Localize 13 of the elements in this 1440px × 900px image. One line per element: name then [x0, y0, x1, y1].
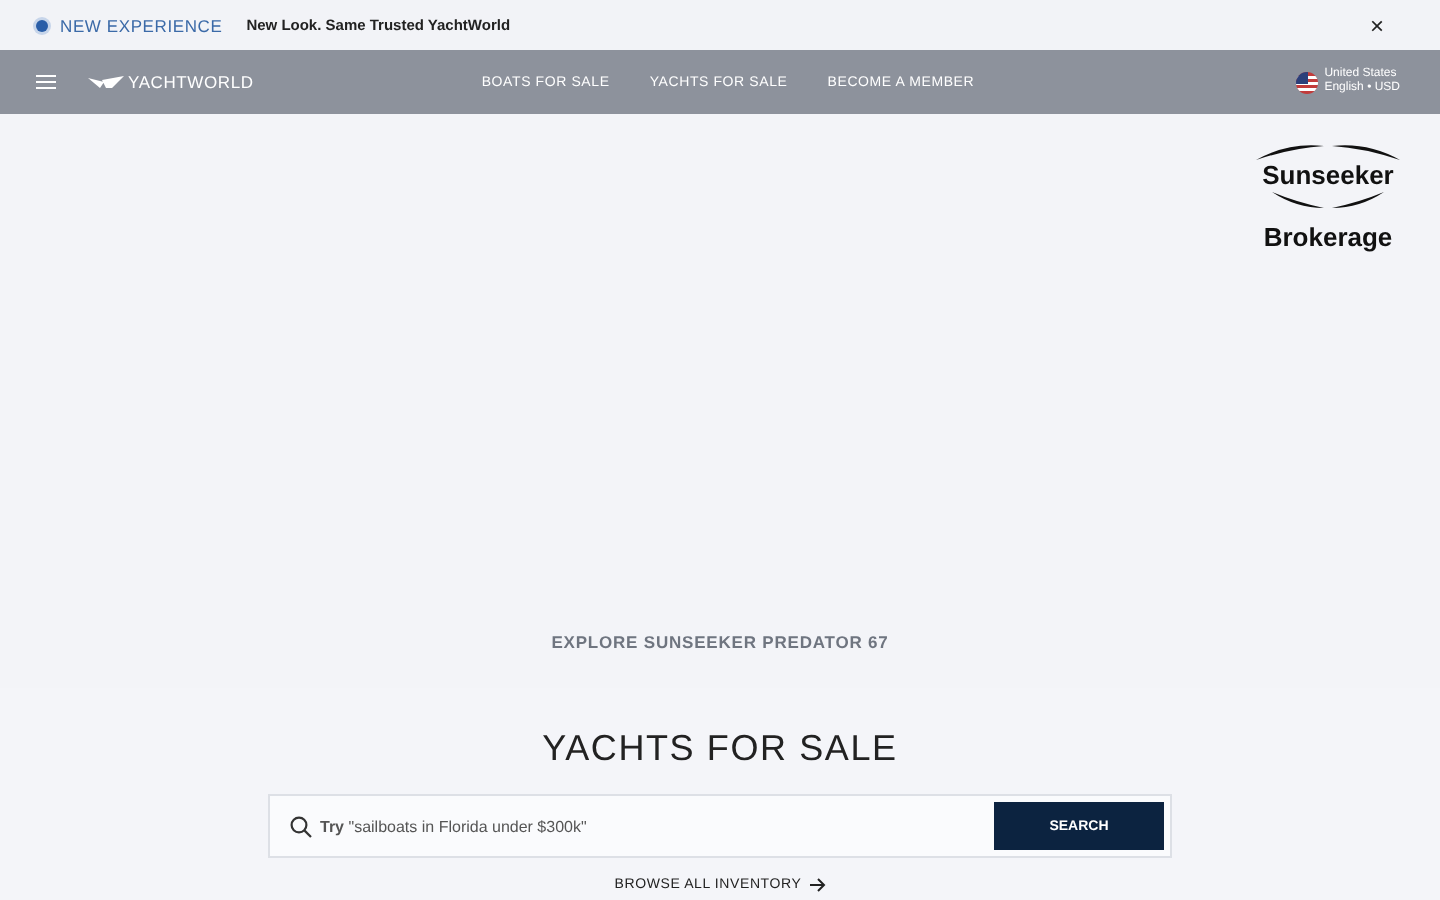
logo-subtitle: Brokerage [1263, 222, 1393, 252]
hero-caption[interactable]: EXPLORE SUNSEEKER PREDATOR 67 [551, 632, 889, 652]
search-icon [290, 815, 312, 837]
boat-logo-icon[interactable] [88, 74, 124, 90]
brand-name[interactable]: YACHTWORLD [128, 72, 254, 92]
flag-icon[interactable] [1296, 71, 1319, 93]
banner-label: NEW EXPERIENCE [60, 15, 223, 35]
logo-wordmark: Sunseeker [1262, 162, 1394, 190]
arrow-icon [809, 878, 826, 892]
menu-icon[interactable] [36, 74, 56, 90]
section-title: YACHTS FOR SALE [542, 728, 898, 770]
status-dot [36, 19, 48, 31]
close-button[interactable]: × [1361, 11, 1392, 39]
